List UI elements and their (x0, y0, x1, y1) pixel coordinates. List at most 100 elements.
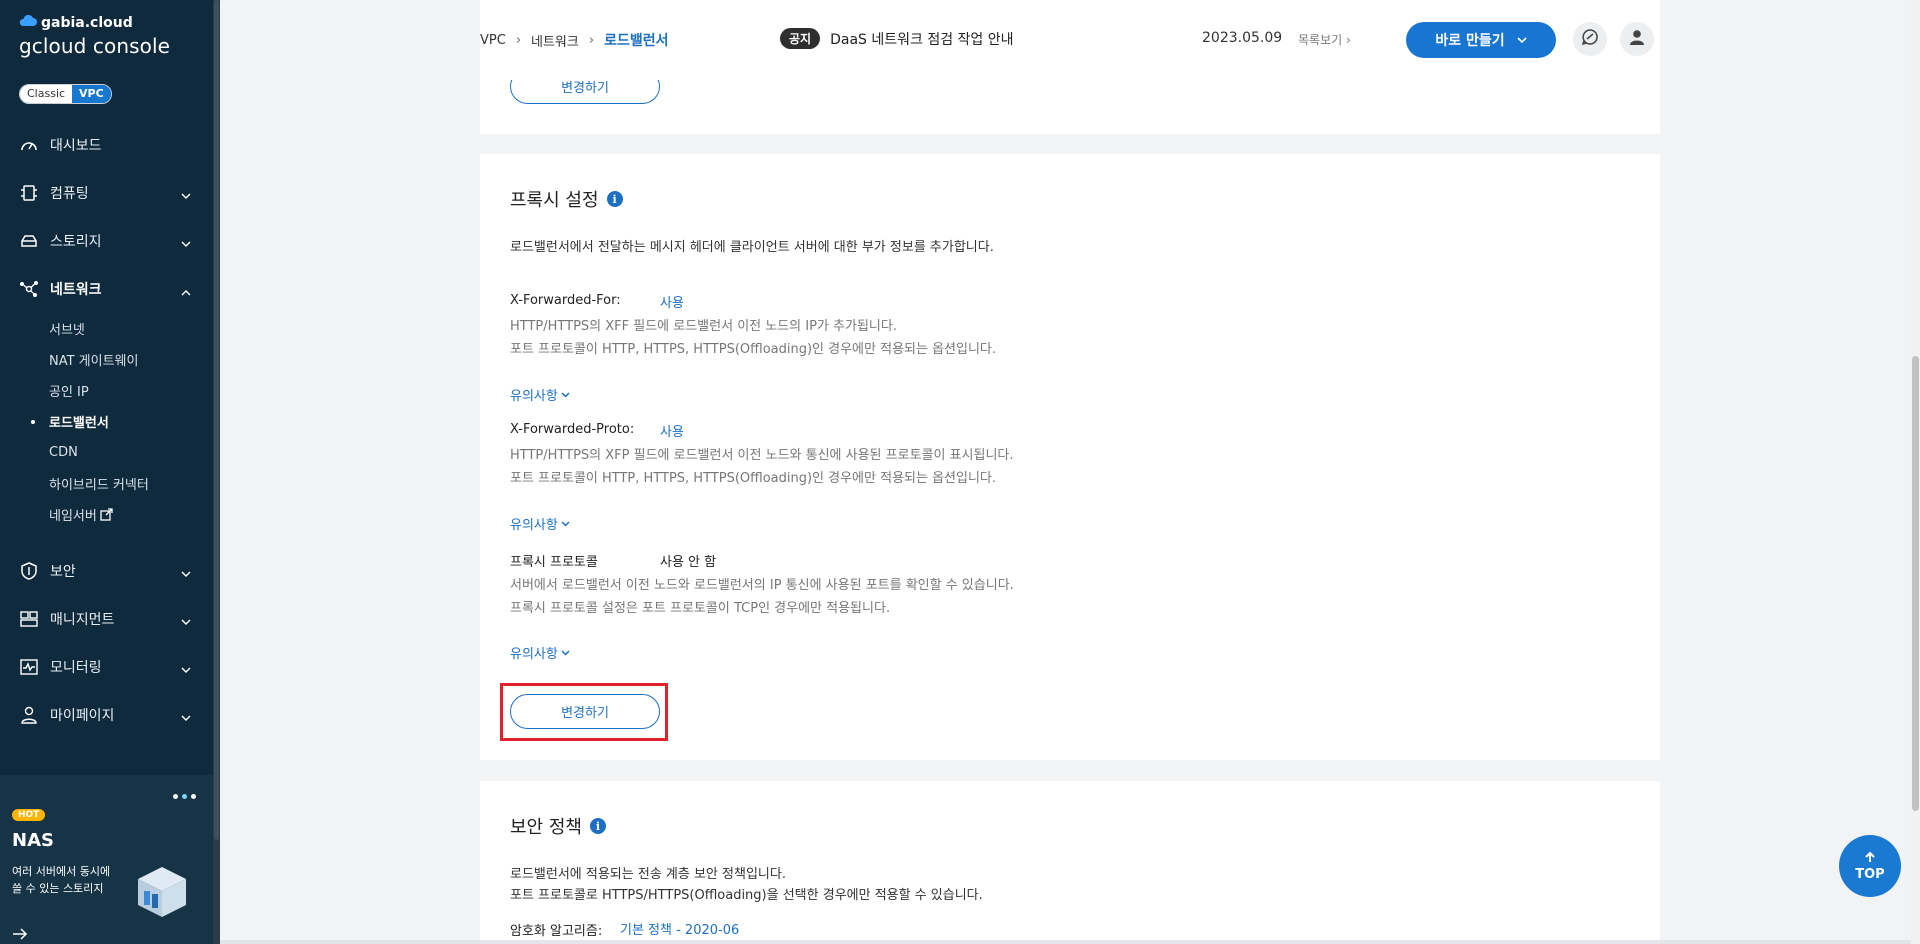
gauge-icon (19, 135, 39, 155)
sidebar-item-storage[interactable]: 스토리지 (0, 217, 213, 265)
breadcrumb: VPC › 네트워크 › 로드밸런서 (480, 30, 668, 50)
info-icon[interactable]: i (589, 818, 606, 834)
chevron-down-icon (181, 614, 191, 630)
sidebar-item-subnet[interactable]: 서브넷 (0, 313, 213, 344)
sidebar-item-label: 네트워크 (50, 282, 102, 298)
xff-label: X-Forwarded-For: (510, 293, 621, 308)
breadcrumb-network[interactable]: 네트워크 (531, 31, 579, 50)
page-scrollbar[interactable] (1911, 0, 1920, 944)
list-link[interactable]: 목록보기 › (1298, 31, 1351, 48)
sidebar-item-security[interactable]: 보안 (0, 547, 213, 595)
arrow-right-icon[interactable] (12, 925, 28, 944)
chevron-down-icon (181, 566, 191, 582)
sidebar-item-computing[interactable]: 컴퓨팅 (0, 169, 213, 217)
chevron-down-icon (181, 188, 191, 204)
promo-description: 여러 서버에서 동시에 쓸 수 있는 스토리지 (12, 865, 111, 895)
sidebar-item-label: 마이페이지 (50, 708, 115, 724)
chevron-down-icon (561, 516, 570, 531)
xff-description: HTTP/HTTPS의 XFF 필드에 로드밸런서 이전 노드의 IP가 추가됩… (510, 319, 997, 357)
chevron-right-icon: › (515, 32, 522, 48)
bottom-divider (220, 940, 1911, 944)
sidebar-item-label: 스토리지 (50, 234, 102, 250)
chip-icon (19, 183, 39, 203)
algorithm-value[interactable]: 기본 정책 - 2020-06 (620, 919, 739, 938)
proxy-change-button[interactable]: 변경하기 (510, 694, 660, 729)
xff-value: 사용 (660, 296, 684, 311)
sidebar-item-management[interactable]: 매니지먼트 (0, 595, 213, 643)
sidebar-item-label: 컴퓨팅 (50, 186, 89, 202)
sidebar-item-cdn[interactable]: CDN (0, 437, 213, 468)
sidebar-item-label: 대시보드 (50, 138, 102, 154)
breadcrumb-load-balancer: 로드밸런서 (604, 33, 669, 49)
chevron-down-icon (561, 645, 570, 660)
security-section-title: 보안 정책 i (510, 813, 606, 839)
network-icon (19, 279, 39, 299)
chat-button[interactable] (1573, 22, 1607, 56)
external-link-icon (100, 508, 113, 521)
sidebar-item-nat-gateway[interactable]: NAT 게이트웨이 (0, 344, 213, 375)
notice-text[interactable]: DaaS 네트워크 점검 작업 안내 (830, 29, 1013, 49)
sidebar-item-label: 보안 (50, 564, 76, 580)
toggle-vpc[interactable]: VPC (72, 85, 111, 103)
notice[interactable]: 공지 DaaS 네트워크 점검 작업 안내 (780, 28, 1014, 49)
scroll-top-button[interactable]: TOP (1839, 835, 1901, 897)
proxy-intro: 로드밸런서에서 전달하는 메시지 헤더에 클라이언트 서버에 대한 부가 정보를… (510, 240, 994, 255)
xfp-label: X-Forwarded-Proto: (510, 422, 635, 437)
sidebar-item-mypage[interactable]: 마이페이지 (0, 691, 213, 739)
proxy-section-title: 프록시 설정 i (510, 186, 623, 212)
sidebar-item-monitoring[interactable]: 모니터링 (0, 643, 213, 691)
promo-banner[interactable]: HOT NAS 여러 서버에서 동시에 쓸 수 있는 스토리지 (0, 775, 213, 944)
sidebar-item-label: 모니터링 (50, 660, 102, 676)
sidebar-item-hybrid-connector[interactable]: 하이브리드 커넥터 (0, 468, 213, 499)
logo[interactable]: gabia.cloud gcloud console (19, 14, 171, 59)
profile-button[interactable] (1620, 22, 1654, 56)
sidebar-item-dashboard[interactable]: 대시보드 (0, 121, 213, 169)
breadcrumb-vpc[interactable]: VPC (480, 33, 506, 48)
top-header: VPC › 네트워크 › 로드밸런서 공지 DaaS 네트워크 점검 작업 안내… (480, 0, 1660, 80)
sidebar-item-public-ip[interactable]: 공인 IP (0, 375, 213, 406)
create-button[interactable]: 바로 만들기 (1406, 22, 1556, 58)
info-icon[interactable]: i (606, 191, 623, 207)
chevron-down-icon (1517, 32, 1527, 48)
shield-icon (19, 561, 39, 581)
sidebar-item-network[interactable]: 네트워크 (0, 265, 213, 313)
sidebar-scrollbar[interactable] (213, 0, 220, 944)
carousel-dots[interactable] (173, 794, 196, 799)
cloud-logo-icon (19, 14, 37, 31)
arrow-up-icon (1864, 851, 1876, 867)
network-submenu: 서브넷 NAT 게이트웨이 공인 IP 로드밸런서 CDN 하이브리드 커넥터 … (0, 313, 213, 530)
chevron-right-icon: › (1342, 33, 1351, 47)
chevron-up-icon (181, 284, 191, 300)
sidebar-item-load-balancer[interactable]: 로드밸런서 (0, 406, 213, 437)
security-policy-card: 보안 정책 i 로드밸런서에 적용되는 전송 계층 보안 정책입니다. 포트 프… (480, 781, 1660, 944)
proxy-protocol-value: 사용 안 함 (660, 555, 717, 570)
chevron-down-icon (181, 236, 191, 252)
console-name: gcloud console (19, 34, 171, 58)
classic-vpc-toggle[interactable]: Classic VPC (19, 84, 112, 104)
sidebar-item-label: 네임서버 (49, 509, 97, 524)
notice-tag: 공지 (780, 28, 821, 49)
promo-title: NAS (12, 830, 54, 851)
algorithm-label: 암호화 알고리즘: (510, 924, 603, 939)
xfp-notes-toggle[interactable]: 유의사항 (510, 514, 570, 533)
toggle-classic[interactable]: Classic (20, 85, 73, 103)
storage-icon (19, 231, 39, 251)
proxy-protocol-label: 프록시 프로토콜 (510, 555, 598, 570)
sidebar-nav: 대시보드 컴퓨팅 스토리지 네트워크 서브넷 NAT 게이트웨이 공인 IP 로… (0, 121, 213, 739)
brand-name: gabia.cloud (41, 14, 133, 31)
notice-date: 2023.05.09 (1202, 30, 1283, 46)
chevron-down-icon (181, 662, 191, 678)
proxy-protocol-description: 서버에서 로드밸런서 이전 노드와 로드밸런서의 IP 통신에 사용된 포트를 … (510, 578, 1014, 616)
user-icon (19, 705, 39, 725)
xff-notes-toggle[interactable]: 유의사항 (510, 385, 570, 404)
sidebar-item-nameserver[interactable]: 네임서버 (0, 499, 213, 530)
chevron-right-icon: › (588, 32, 595, 48)
xfp-value: 사용 (660, 425, 684, 440)
storage-box-illustration (134, 863, 190, 923)
hot-badge: HOT (12, 809, 46, 821)
security-desc-2: 포트 프로토콜로 HTTPS/HTTPS(Offloading)을 선택한 경우… (510, 888, 983, 903)
management-icon (19, 609, 39, 629)
xfp-description: HTTP/HTTPS의 XFP 필드에 로드밸런서 이전 노드와 통신에 사용된… (510, 448, 1014, 486)
monitoring-icon (19, 657, 39, 677)
proxy-protocol-notes-toggle[interactable]: 유의사항 (510, 643, 570, 662)
